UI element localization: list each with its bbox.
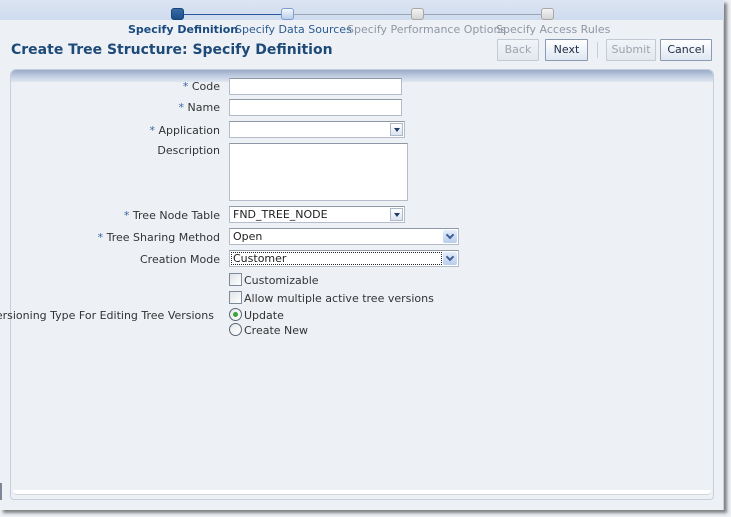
train-stop-specify-access-rules (541, 8, 554, 20)
create-new-radio[interactable] (229, 323, 242, 336)
dialog-window: Specify Definition Specify Data Sources … (0, 0, 724, 510)
next-button[interactable]: Next (545, 39, 588, 61)
required-marker: * (178, 101, 185, 114)
train-stop-specify-performance-options (411, 8, 424, 20)
cancel-button[interactable]: Cancel (660, 39, 712, 61)
train-stop-specify-data-sources[interactable] (281, 8, 294, 20)
customizable-label[interactable]: Customizable (244, 274, 319, 287)
application-label: * Application (150, 124, 220, 137)
train-connector-done (183, 14, 283, 15)
code-input[interactable] (229, 78, 402, 95)
description-label-text: Description (157, 144, 220, 157)
chevron-down-icon[interactable] (443, 230, 457, 243)
creation-mode-label: Creation Mode (140, 253, 220, 266)
tree-node-table-select[interactable]: FND_TREE_NODE (229, 206, 405, 223)
update-radio-label[interactable]: Update (244, 309, 284, 322)
chevron-down-icon[interactable] (443, 252, 457, 265)
name-label-text: Name (187, 101, 220, 114)
creation-mode-label-text: Creation Mode (139, 253, 220, 266)
description-label: Description (157, 144, 220, 157)
tree-sharing-method-label: * Tree Sharing Method (98, 231, 220, 244)
required-marker: * (123, 209, 130, 222)
window-edge-marker (0, 483, 2, 500)
description-textarea[interactable] (229, 143, 408, 201)
customizable-checkbox[interactable] (229, 273, 242, 286)
versioning-type-label: Versioning Type For Editing Tree Version… (0, 309, 214, 322)
button-separator (597, 42, 598, 58)
train-stop-specify-definition[interactable] (171, 8, 184, 20)
application-label-text: Application (158, 124, 220, 137)
required-marker: * (182, 80, 189, 93)
back-button[interactable]: Back (497, 39, 539, 61)
train-label-specify-performance-options: Specify Performance Options (347, 23, 507, 36)
tree-node-table-label-text: Tree Node Table (132, 209, 220, 222)
creation-mode-value: Customer (233, 252, 287, 265)
train-label-specify-access-rules: Specify Access Rules (496, 23, 611, 36)
application-select[interactable] (229, 121, 405, 138)
train-band (0, 0, 724, 20)
tree-sharing-method-label-text: Tree Sharing Method (106, 231, 220, 244)
tree-sharing-method-value: Open (233, 230, 263, 243)
dropdown-arrow-icon[interactable] (390, 123, 403, 136)
allow-multiple-versions-label[interactable]: Allow multiple active tree versions (244, 292, 434, 305)
update-radio[interactable] (229, 308, 242, 321)
dropdown-arrow-icon[interactable] (390, 208, 403, 221)
submit-button[interactable]: Submit (606, 39, 656, 61)
panel-footer (13, 490, 711, 495)
allow-multiple-versions-checkbox[interactable] (229, 291, 242, 304)
page-title: Create Tree Structure: Specify Definitio… (11, 42, 333, 58)
code-label-text: Code (191, 80, 220, 93)
train-label-specify-definition[interactable]: Specify Definition (128, 23, 238, 36)
tree-sharing-method-select[interactable]: Open (229, 228, 459, 245)
tree-node-table-label: * Tree Node Table (124, 209, 220, 222)
required-marker: * (97, 231, 104, 244)
tree-node-table-value: FND_TREE_NODE (233, 208, 328, 221)
code-label: * Code (183, 80, 220, 93)
create-new-radio-label[interactable]: Create New (244, 324, 308, 337)
creation-mode-select[interactable]: Customer (229, 250, 459, 267)
name-label: * Name (179, 101, 220, 114)
required-marker: * (149, 124, 156, 137)
train-label-specify-data-sources[interactable]: Specify Data Sources (235, 23, 352, 36)
name-input[interactable] (229, 99, 402, 116)
